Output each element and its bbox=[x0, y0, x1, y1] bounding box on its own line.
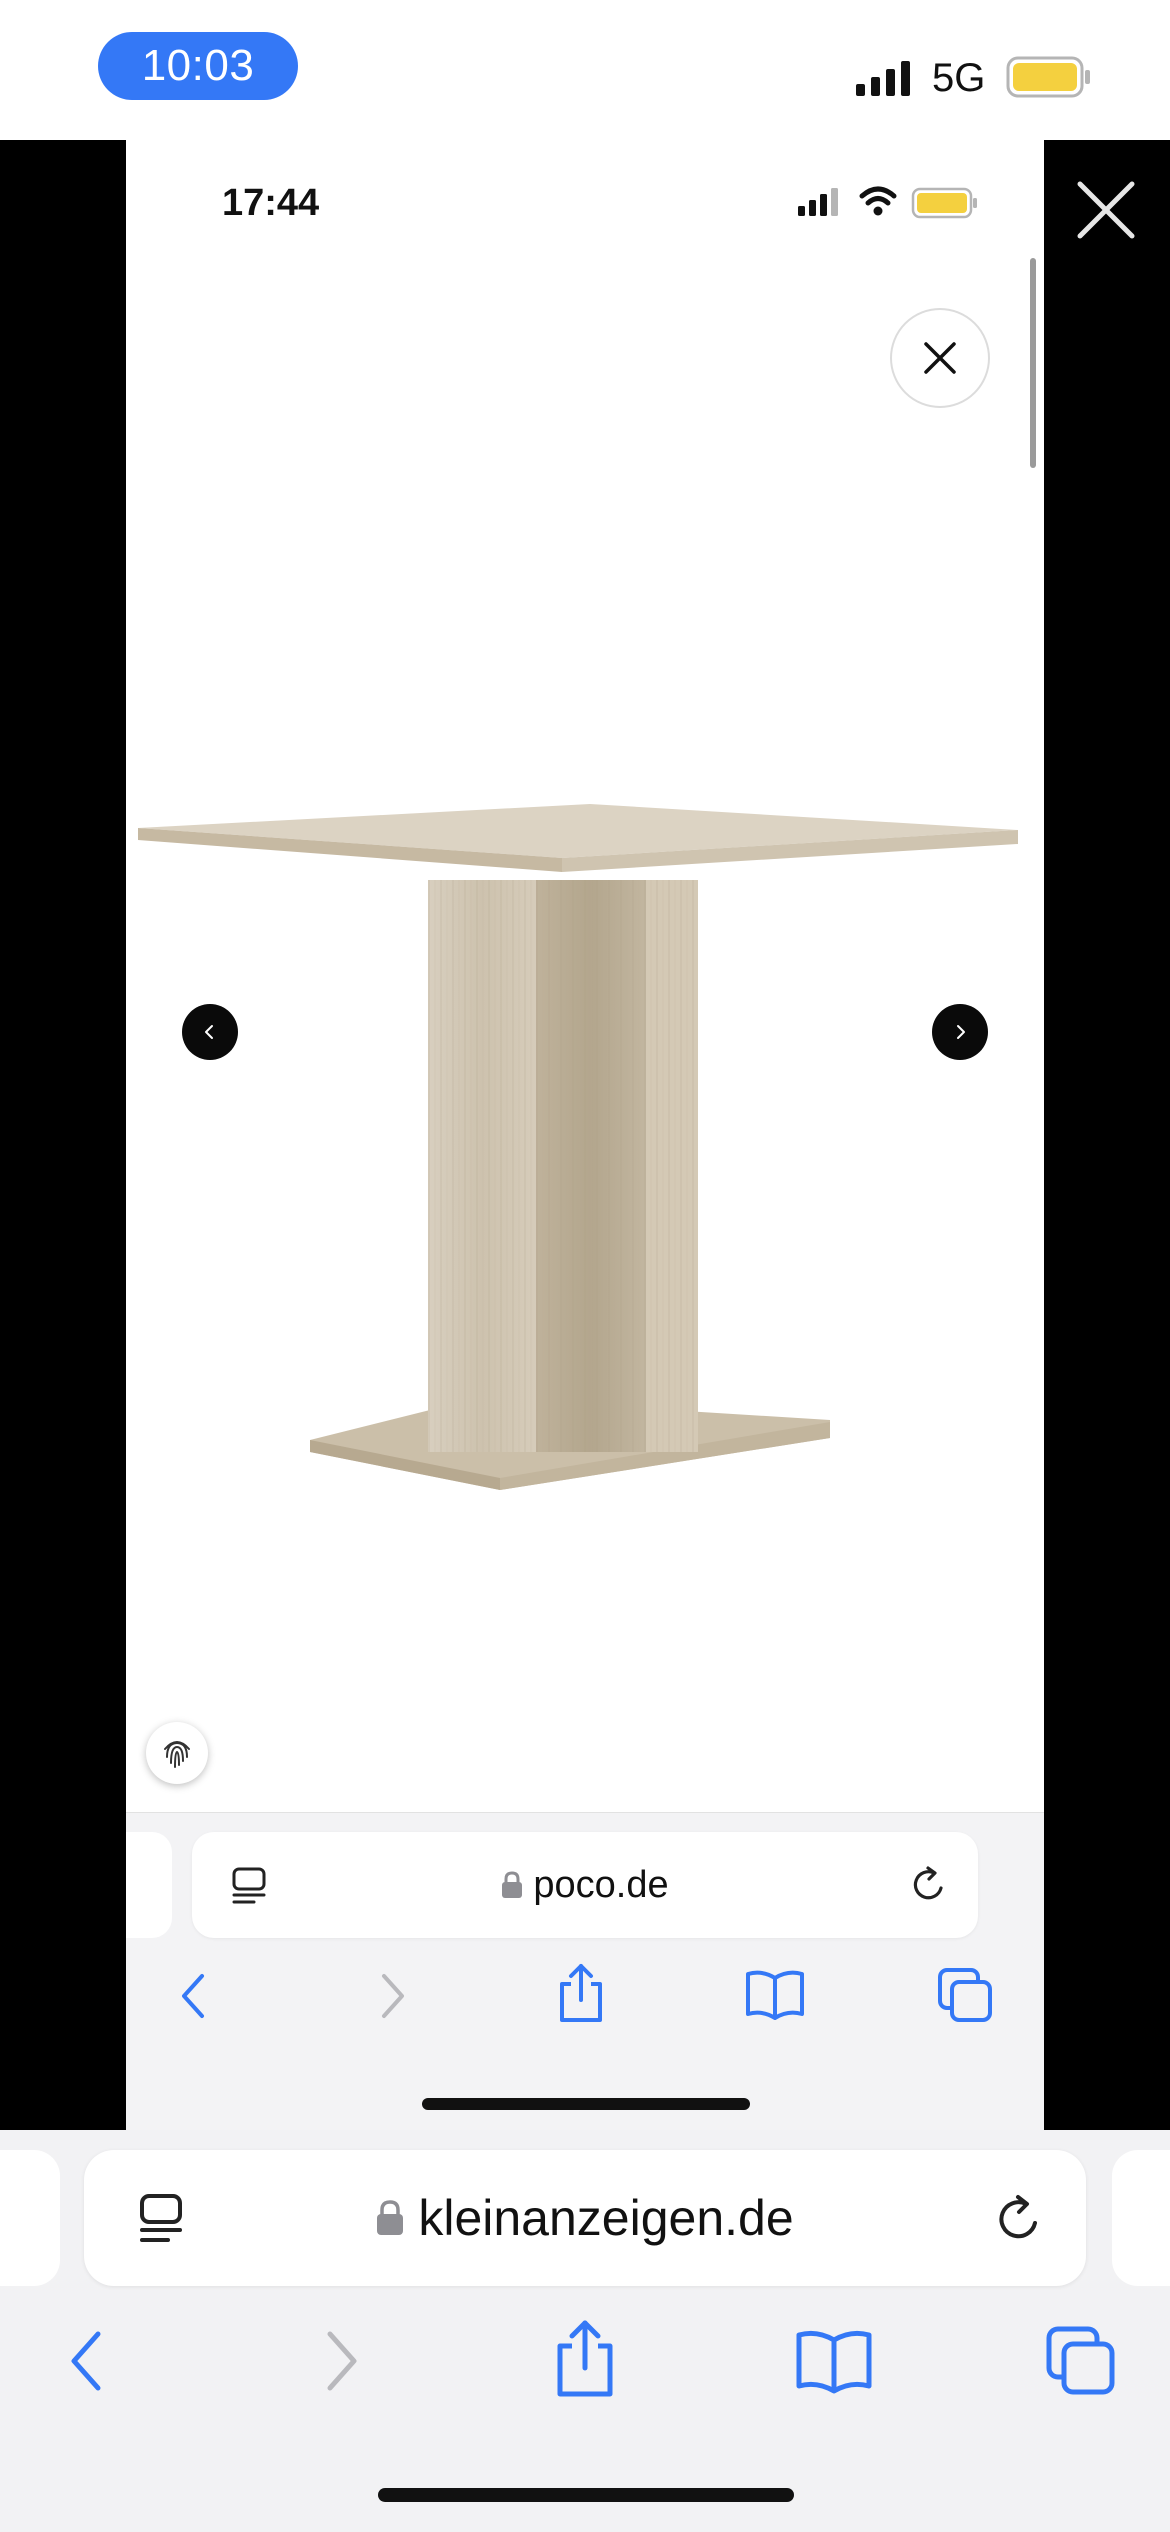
embedded-screenshot: 17:44 poco.de bbox=[126, 140, 1044, 2130]
chevron-right-icon bbox=[957, 1025, 965, 1039]
outer-reload-icon[interactable] bbox=[992, 2192, 1046, 2251]
fingerprint-icon bbox=[164, 1741, 190, 1768]
outer-share-button[interactable] bbox=[550, 2318, 620, 2405]
reload-icon[interactable] bbox=[908, 1864, 950, 1911]
outer-bookmarks-button[interactable] bbox=[794, 2328, 874, 2399]
inner-previous-tab[interactable] bbox=[126, 1832, 172, 1938]
outer-previous-tab[interactable] bbox=[0, 2150, 60, 2286]
pedestal-table-image bbox=[138, 804, 1018, 1490]
bookmarks-icon bbox=[746, 1970, 804, 2020]
inner-wifi-icon bbox=[859, 186, 897, 216]
outer-back-button[interactable] bbox=[62, 2328, 112, 2399]
inner-home-indicator bbox=[422, 2098, 750, 2110]
gallery-close-button[interactable] bbox=[890, 308, 990, 408]
back-icon bbox=[71, 2331, 101, 2391]
fingerprint-button[interactable] bbox=[146, 1722, 208, 1784]
inner-url-text: poco.de bbox=[533, 1863, 669, 1906]
previous-image-button[interactable] bbox=[182, 1004, 238, 1060]
next-image-button[interactable] bbox=[932, 1004, 988, 1060]
outer-forward-button[interactable] bbox=[316, 2328, 366, 2399]
forward-icon bbox=[327, 2331, 357, 2391]
close-icon bbox=[924, 342, 956, 374]
inner-tabs-button[interactable] bbox=[936, 1966, 994, 2029]
outer-time-pill[interactable]: 10:03 bbox=[98, 32, 298, 100]
outer-address-bar[interactable]: kleinanzeigen.de bbox=[84, 2150, 1086, 2286]
back-icon bbox=[182, 1974, 204, 2018]
bookmarks-icon bbox=[796, 2330, 872, 2394]
outer-lock-icon bbox=[376, 2200, 404, 2236]
outer-home-indicator bbox=[378, 2488, 794, 2502]
viewer-close-icon[interactable] bbox=[1068, 172, 1144, 248]
lock-icon bbox=[501, 1871, 523, 1899]
cellular-signal-icon bbox=[854, 58, 914, 103]
inner-back-button[interactable] bbox=[174, 1970, 214, 2027]
network-type: 5G bbox=[932, 56, 986, 100]
inner-bookmarks-button[interactable] bbox=[744, 1968, 806, 2025]
inner-signal-icon bbox=[798, 188, 838, 216]
inner-time: 17:44 bbox=[222, 182, 320, 224]
outer-url-text: kleinanzeigen.de bbox=[418, 2190, 794, 2246]
tabs-icon bbox=[938, 1968, 992, 2022]
product-image[interactable] bbox=[126, 640, 1044, 1600]
outer-next-tab[interactable] bbox=[1112, 2150, 1170, 2286]
tabs-icon bbox=[1046, 2326, 1115, 2395]
forward-icon bbox=[382, 1974, 404, 2018]
inner-status-icons bbox=[796, 182, 986, 222]
inner-forward-button[interactable] bbox=[372, 1970, 412, 2027]
share-icon bbox=[560, 1964, 602, 2022]
scroll-indicator[interactable] bbox=[1030, 258, 1036, 468]
inner-share-button[interactable] bbox=[554, 1962, 608, 2031]
inner-address-bar[interactable]: poco.de bbox=[192, 1832, 978, 1938]
outer-tabs-button[interactable] bbox=[1044, 2324, 1118, 2403]
inner-battery-icon bbox=[911, 187, 977, 219]
share-icon bbox=[557, 2320, 613, 2397]
outer-time: 10:03 bbox=[141, 41, 255, 90]
chevron-left-icon bbox=[205, 1025, 213, 1039]
battery-icon bbox=[1006, 56, 1092, 103]
